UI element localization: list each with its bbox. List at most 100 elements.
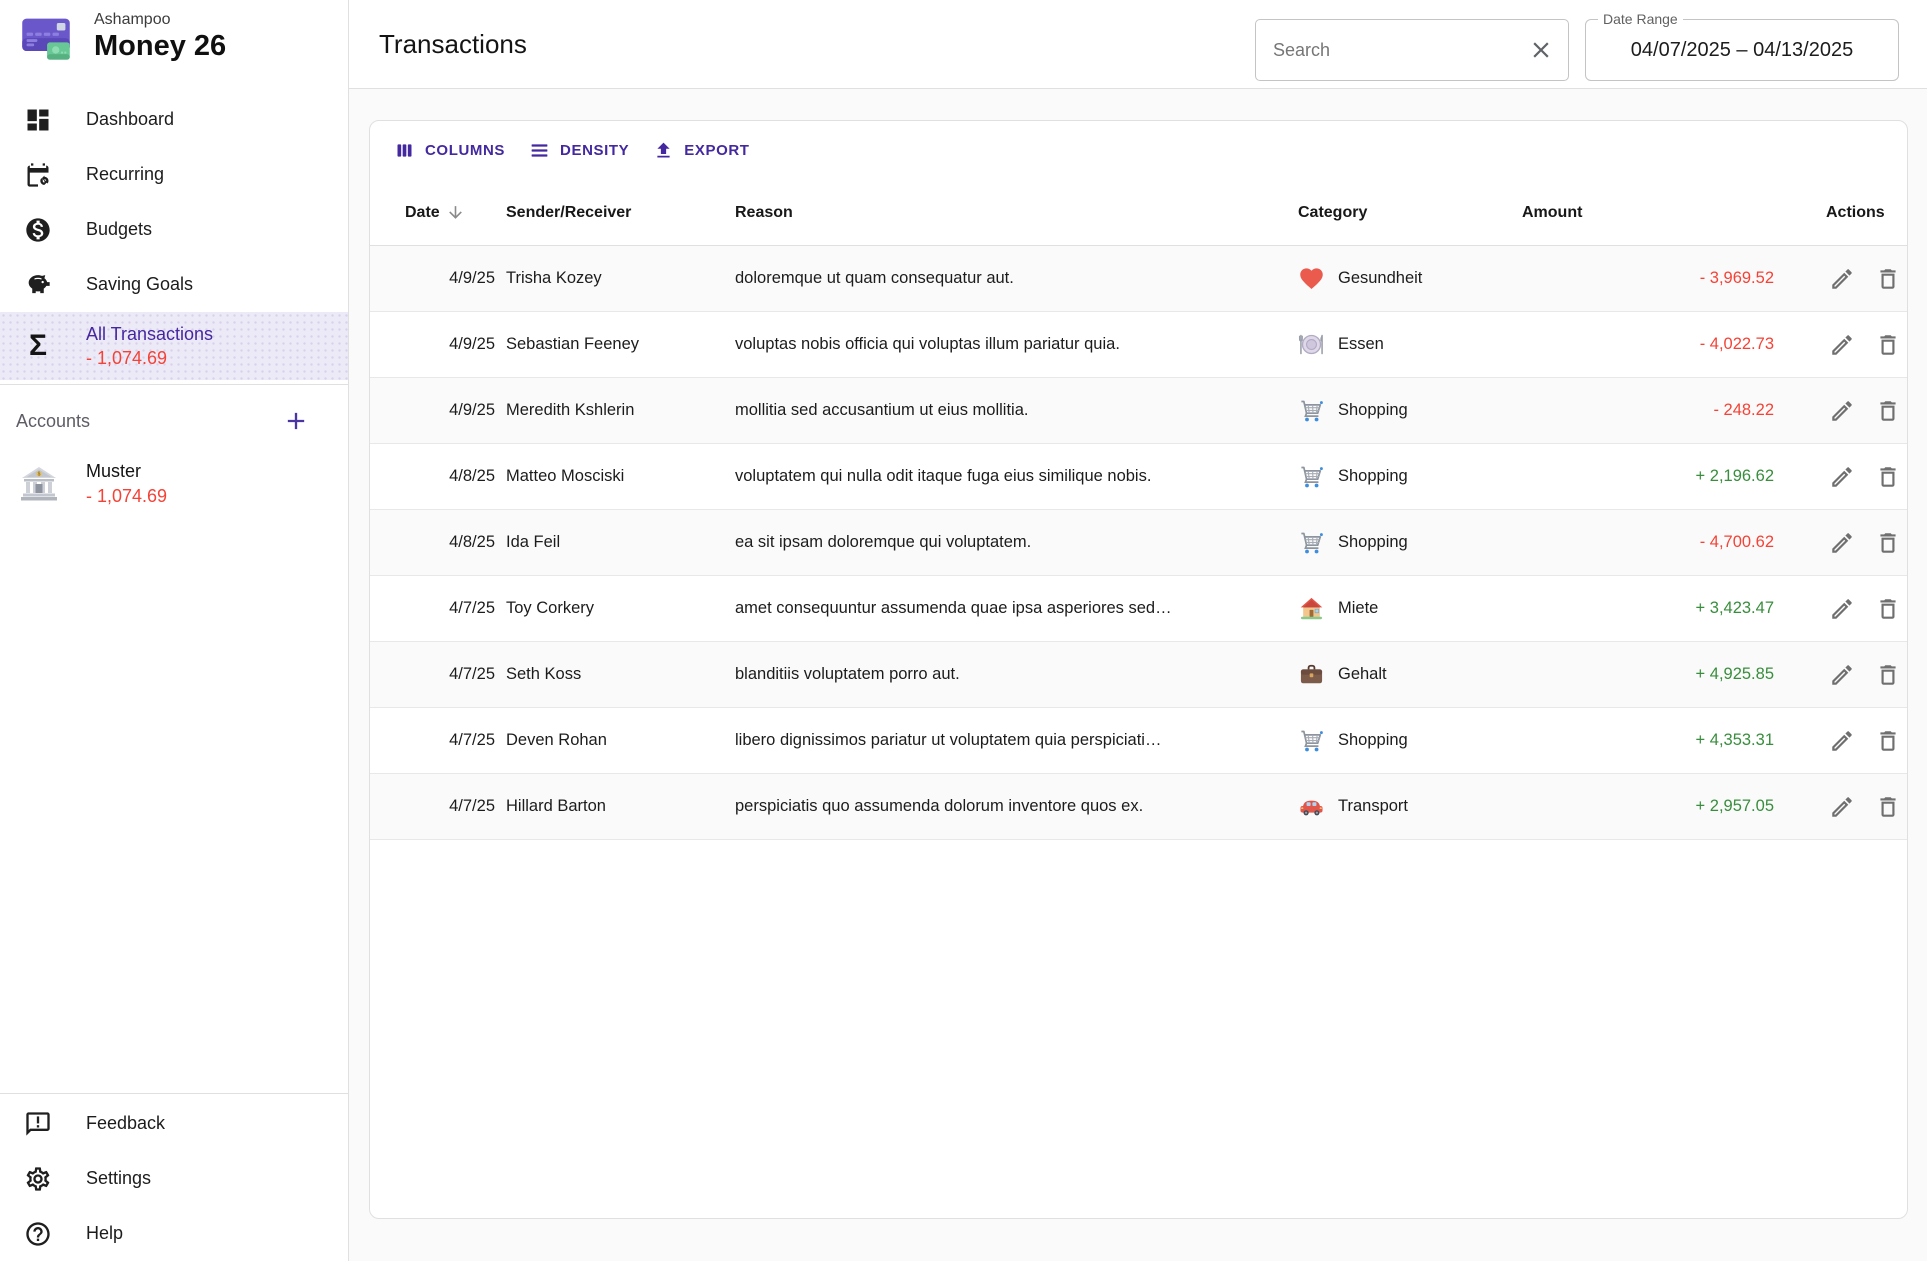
search-input[interactable] [1256, 39, 1528, 61]
delete-button[interactable] [1872, 263, 1904, 295]
table-row[interactable]: 4/7/25 Hillard Barton perspiciatis quo ass… [370, 774, 1907, 840]
cell-reason: voluptas nobis officia qui voluptas illu… [735, 335, 1120, 353]
cell-category: Shopping [1298, 529, 1522, 556]
category-icon [1298, 397, 1325, 424]
sidebar-item-settings[interactable]: Settings [0, 1151, 348, 1206]
delete-button[interactable] [1872, 395, 1904, 427]
delete-icon [1875, 596, 1901, 622]
table-row[interactable]: 4/8/25 Matteo Mosciski voluptatem qui null… [370, 444, 1907, 510]
grid-toolbar: COLUMNS DENSITY EXPORT [370, 121, 1907, 180]
category-label: Shopping [1338, 731, 1408, 749]
cell-sender: Matteo Mosciski [506, 467, 625, 485]
dashboard-icon [24, 106, 52, 134]
export-button[interactable]: EXPORT [641, 132, 761, 169]
cell-amount: - 4,700.62 [1699, 533, 1774, 551]
cell-sender: Sebastian Feeney [506, 335, 640, 353]
delete-button[interactable] [1872, 461, 1904, 493]
delete-icon [1875, 530, 1901, 556]
table-row[interactable]: 4/7/25 Toy Corkery amet consequuntur assum… [370, 576, 1907, 642]
brand-name: Ashampoo [94, 11, 171, 28]
sidebar-item-all-transactions[interactable]: Σ All Transactions - 1,074.69 [0, 312, 348, 380]
top-bar: Transactions Date Range 04/07/2025 – 04/… [349, 0, 1927, 89]
delete-button[interactable] [1872, 659, 1904, 691]
table-row[interactable]: 4/9/25 Sebastian Feeney voluptas nobis off… [370, 312, 1907, 378]
edit-button[interactable] [1826, 395, 1858, 427]
columns-button[interactable]: COLUMNS [382, 132, 517, 169]
category-icon [1298, 727, 1325, 754]
arrow-down-icon[interactable] [446, 203, 465, 222]
close-icon[interactable] [1528, 37, 1554, 63]
column-header-amount[interactable]: Amount [1522, 204, 1774, 222]
delete-button[interactable] [1872, 791, 1904, 823]
edit-button[interactable] [1826, 791, 1858, 823]
cell-reason: blanditiis voluptatem porro aut. [735, 665, 960, 683]
delete-button[interactable] [1872, 329, 1904, 361]
product-name: Money 26 [94, 30, 227, 62]
cell-sender: Ida Feil [506, 533, 561, 551]
category-label: Gesundheit [1338, 269, 1423, 287]
cell-amount: - 4,022.73 [1699, 335, 1774, 353]
sidebar-item-saving-goals[interactable]: Saving Goals [0, 257, 348, 312]
edit-button[interactable] [1826, 329, 1858, 361]
cell-reason: voluptatem qui nulla odit itaque fuga ei… [735, 467, 1152, 485]
edit-button[interactable] [1826, 461, 1858, 493]
accounts-title: Accounts [16, 410, 91, 431]
sidebar-item-budgets[interactable]: Budgets [0, 202, 348, 257]
edit-button[interactable] [1826, 659, 1858, 691]
delete-icon [1875, 398, 1901, 424]
cell-actions [1774, 659, 1907, 691]
delete-button[interactable] [1872, 527, 1904, 559]
sidebar-item-label: Budgets [86, 219, 153, 239]
date-range-label: Date Range [1598, 11, 1683, 27]
table-row[interactable]: 4/9/25 Meredith Kshlerin mollitia sed accu… [370, 378, 1907, 444]
column-header-category[interactable]: Category [1298, 204, 1522, 222]
edit-icon [1829, 530, 1855, 556]
sidebar-item-dashboard[interactable]: Dashboard [0, 92, 348, 147]
sidebar-item-feedback[interactable]: Feedback [0, 1096, 348, 1151]
edit-icon [1829, 794, 1855, 820]
delete-button[interactable] [1872, 725, 1904, 757]
delete-button[interactable] [1872, 593, 1904, 625]
cell-actions [1774, 263, 1907, 295]
cell-date: 4/7/25 [449, 599, 495, 617]
table-row[interactable]: 4/9/25 Trisha Kozey doloremque ut quam con… [370, 246, 1907, 312]
sidebar-nav: Dashboard Recurring Budgets Saving Goals… [0, 92, 348, 385]
category-icon [1298, 463, 1325, 490]
cell-actions [1774, 791, 1907, 823]
date-range-value: 04/07/2025 – 04/13/2025 [1630, 38, 1854, 61]
sidebar-item-recurring[interactable]: Recurring [0, 147, 348, 202]
edit-icon [1829, 596, 1855, 622]
cell-category: Shopping [1298, 463, 1522, 490]
table-row[interactable]: 4/7/25 Deven Rohan libero dignissimos pari… [370, 708, 1907, 774]
budgets-icon [24, 216, 52, 244]
columns-button-label: COLUMNS [425, 142, 506, 159]
density-button[interactable]: DENSITY [517, 132, 641, 169]
edit-button[interactable] [1826, 725, 1858, 757]
sidebar-item-label: Help [86, 1223, 124, 1243]
edit-button[interactable] [1826, 593, 1858, 625]
column-header-reason[interactable]: Reason [735, 204, 1298, 222]
transactions-card: COLUMNS DENSITY EXPORT Date Sender/Recei… [369, 120, 1908, 1219]
table-row[interactable]: 4/8/25 Ida Feil ea sit ipsam doloremque qu… [370, 510, 1907, 576]
cell-date: 4/7/25 [449, 797, 495, 815]
edit-button[interactable] [1826, 263, 1858, 295]
cell-date: 4/7/25 [449, 665, 495, 683]
column-header-sender[interactable]: Sender/Receiver [495, 204, 735, 222]
table-row[interactable]: 4/7/25 Seth Koss blanditiis voluptatem por… [370, 642, 1907, 708]
column-header-date[interactable]: Date [405, 203, 495, 222]
category-icon [1298, 793, 1325, 820]
delete-icon [1875, 266, 1901, 292]
edit-button[interactable] [1826, 527, 1858, 559]
sidebar-item-label: Recurring [86, 164, 165, 184]
sidebar-item-help[interactable]: Help [0, 1206, 348, 1261]
cell-sender: Meredith Kshlerin [506, 401, 635, 419]
cell-category: Shopping [1298, 727, 1522, 754]
account-item-muster[interactable]: $ Muster - 1,074.69 [0, 443, 348, 519]
cell-date: 4/9/25 [449, 401, 495, 419]
category-icon [1298, 331, 1325, 358]
cell-reason: libero dignissimos pariatur ut voluptate… [735, 731, 1162, 749]
category-icon [1298, 661, 1325, 688]
add-account-button[interactable] [282, 407, 310, 435]
feedback-icon [24, 1110, 52, 1138]
date-range-field[interactable]: Date Range 04/07/2025 – 04/13/2025 [1585, 11, 1899, 81]
